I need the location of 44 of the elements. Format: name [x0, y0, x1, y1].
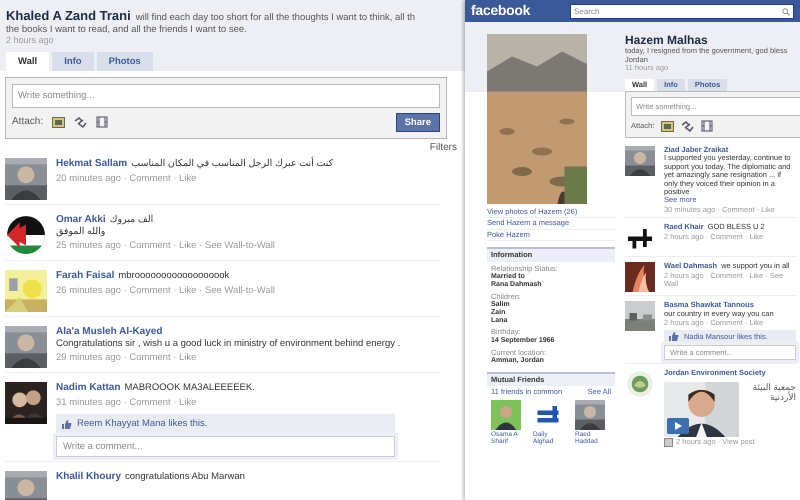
status-text: will find each day too short for all the thoughts I want to think, all th	[136, 12, 416, 24]
profile-name: Hazem Malhas	[625, 34, 708, 48]
author-link[interactable]: Farah Faisal	[56, 270, 114, 282]
post-text: congratulations Abu Marwan	[125, 471, 245, 484]
author-link[interactable]: Hekmat Sallam	[56, 158, 128, 170]
attach-label: Attach:	[12, 116, 44, 128]
video-caption: جمعية البيئة الأردنية	[752, 382, 796, 404]
video-icon	[664, 438, 673, 447]
author-link[interactable]: Omar Akki	[56, 214, 106, 226]
post-meta: 26 minutes ago · Comment · Like · See Wall-to-Wall	[56, 284, 275, 296]
post-text: Congratulations sir , wish u a good luck in ministry of environment behind energy .	[56, 338, 400, 350]
search-field[interactable]: Search	[570, 4, 794, 18]
play-icon[interactable]	[667, 418, 689, 434]
author-link[interactable]: Nadim Kattan	[56, 382, 120, 394]
tab[interactable]: Info	[52, 52, 94, 72]
video-icon[interactable]	[96, 116, 108, 128]
comment-field[interactable]: Write a comment...	[56, 436, 395, 458]
post-text: MABROOOK MA3ALEEEEEK.	[124, 382, 255, 394]
status-time: 2 hours ago	[6, 34, 55, 46]
thumbs-up-icon	[62, 420, 72, 429]
post-meta: 31 minutes ago · Comment · Like	[56, 396, 196, 408]
author-link[interactable]: Khalil Khoury	[56, 471, 122, 484]
tab[interactable]: Wall	[6, 52, 50, 72]
video-icon[interactable]	[701, 120, 714, 132]
thumbs-up-icon	[669, 332, 679, 342]
status-text: the books I want to read, and all the friends I want to see.	[6, 24, 248, 35]
search-icon[interactable]	[782, 8, 790, 16]
post-text: الف مبروك	[110, 214, 154, 226]
post-meta: 29 minutes ago · Comment · Like	[56, 352, 196, 364]
profile-name: Khaled A Zand Trani	[6, 8, 131, 24]
likes-text: Reem Khayyat Mana likes this.	[77, 418, 208, 430]
tab[interactable]: Photos	[96, 52, 153, 72]
post-meta: 20 minutes ago · Comment · Like	[56, 172, 196, 184]
photo-icon[interactable]	[661, 120, 674, 132]
author-link[interactable]: Ala'a Musleh Al-Kayed	[56, 326, 162, 338]
post-meta: 25 minutes ago · Comment · Like · See Wall-to-Wall	[56, 240, 275, 252]
photo-icon[interactable]	[52, 116, 66, 128]
post-text: والله الموفق	[56, 226, 106, 238]
facebook-logo[interactable]: facebook	[471, 3, 530, 19]
post-text: mbroooooooooooooooook	[118, 270, 230, 282]
post-text: كنت أنت عبرك الرجل المناسب في المكان المناسب	[131, 158, 334, 170]
post-field[interactable]: Write something...	[12, 84, 440, 108]
share-button[interactable]: Share	[396, 112, 440, 132]
filters-link[interactable]: Filters	[430, 142, 457, 154]
